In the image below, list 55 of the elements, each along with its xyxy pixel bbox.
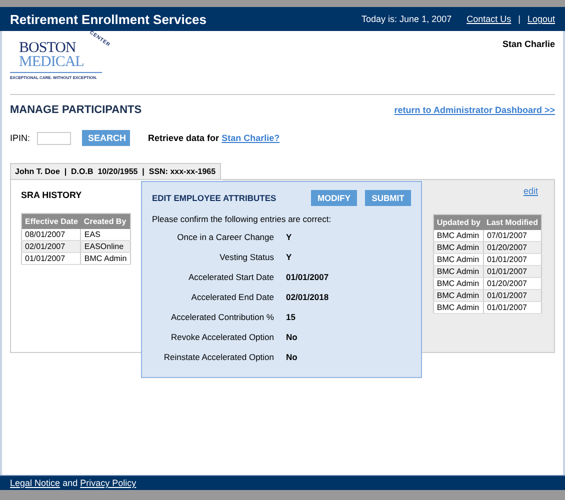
- field-label: Revoke Accelerated Option: [170, 332, 274, 342]
- dialog-prompt: Please confirm the following entries are correct:: [152, 214, 332, 224]
- edit-link[interactable]: edit: [523, 186, 538, 196]
- search-button[interactable]: SEARCH: [82, 130, 130, 146]
- field-value: Y: [286, 252, 293, 262]
- table-cell: 01/01/2007: [483, 302, 542, 314]
- table-cell: BMC Admin: [433, 266, 484, 278]
- contact-link[interactable]: Contact Us: [466, 14, 512, 24]
- separator-text: |: [518, 14, 520, 24]
- participant-link[interactable]: Stan Charlie?: [222, 133, 280, 143]
- table-cell: 01/01/2007: [22, 252, 81, 264]
- dialog-title: EDIT EMPLOYEE ATTRIBUTES: [152, 193, 278, 203]
- ipin-field[interactable]: [37, 132, 72, 144]
- field-label: Reinstate Accelerated Option: [162, 352, 274, 362]
- dashboard-link[interactable]: return to Administrator Dashboard >>: [394, 105, 555, 115]
- table-cell: EASOnline: [80, 240, 130, 252]
- table-cell: BMC Admin: [80, 252, 130, 264]
- logo-text: BOSTON: [19, 41, 76, 55]
- footer-text: Legal Notice and Privacy Policy: [10, 478, 136, 488]
- retrieve-text: Retrieve data for Stan Charlie?: [148, 133, 280, 143]
- logout-link[interactable]: Logout: [527, 14, 555, 24]
- field-label: Once in a Career Change: [176, 232, 274, 242]
- field-value: No: [286, 352, 298, 362]
- dialog-button[interactable]: SUBMIT: [365, 190, 411, 206]
- field-value: Y: [286, 232, 293, 242]
- column-header: Last Modified: [483, 214, 542, 230]
- table-cell: 01/01/2007: [483, 290, 542, 302]
- table-cell: 01/01/2007: [483, 266, 542, 278]
- field-value: No: [286, 332, 298, 342]
- app-title: Retirement Enrollment Services: [10, 12, 208, 26]
- column-header: Effective Date: [22, 214, 81, 229]
- field-value: 02/01/2018: [286, 292, 330, 302]
- field-label: Accelerated End Date: [190, 292, 274, 302]
- field-label: Accelerated Start Date: [187, 272, 274, 282]
- table-cell: 02/01/2007: [22, 240, 81, 252]
- user-name: Stan Charlie: [502, 39, 555, 51]
- logo-text: MEDICAL: [19, 55, 84, 69]
- table-cell: 01/20/2007: [483, 242, 542, 254]
- field-label: Accelerated Contribution %: [170, 312, 274, 322]
- table-cell: BMC Admin: [433, 290, 484, 302]
- field-label: Vesting Status: [218, 252, 274, 262]
- ipin-label: IPIN:: [10, 133, 30, 143]
- field-value: 01/01/2007: [286, 272, 330, 282]
- record-header: John T. Doe | D.O.B 10/20/1955 | SSN: xxx-xx-1965: [10, 163, 221, 179]
- privacy-link[interactable]: Privacy Policy: [80, 478, 136, 488]
- column-header: Updated by: [433, 214, 484, 230]
- section-title: SRA HISTORY: [21, 190, 82, 200]
- column-header: Created By: [80, 214, 130, 229]
- legal-link[interactable]: Legal Notice: [10, 478, 60, 488]
- field-value: 15: [286, 312, 296, 322]
- date-text: Today is: June 1, 2007: [362, 14, 452, 24]
- table-cell: BMC Admin: [433, 302, 484, 314]
- page-title: MANAGE PARTICIPANTS: [10, 104, 142, 116]
- table-cell: BMC Admin: [433, 242, 484, 254]
- dialog-button[interactable]: MODIFY: [311, 190, 357, 206]
